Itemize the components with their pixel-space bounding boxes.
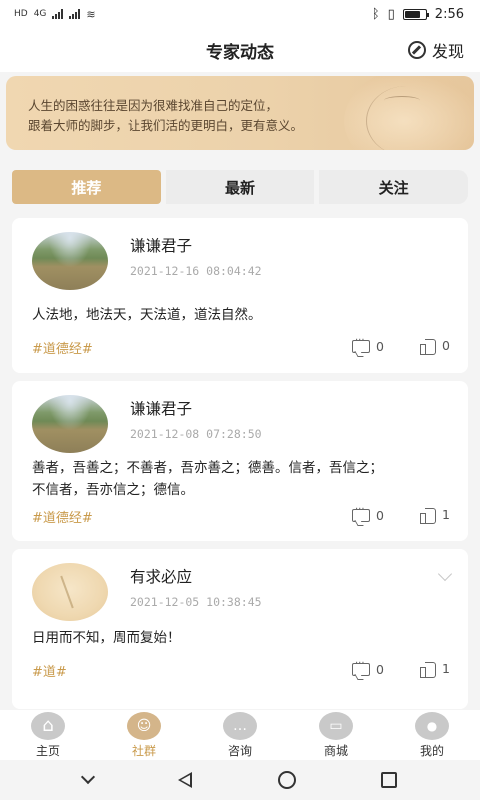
post-time: 2021-12-05 10:38:45 (130, 595, 262, 609)
post-feed: 谦谦君子 2021-12-16 08:04:42 人法地，地法天，天法道，道法自… (12, 218, 468, 710)
bottom-tab-bar: 主页 社群 咨询 商城 我的 (0, 710, 480, 760)
post-card[interactable]: 有求必应 2021-12-05 10:38:45 日用而不知，周而复始！ #道#… (12, 549, 468, 709)
post-content-line: 人法地，地法天，天法道，道法自然。 (32, 307, 262, 323)
system-nav-bar (0, 760, 480, 800)
thumbs-up-icon (420, 338, 436, 355)
comment-count: 0 (376, 662, 384, 677)
post-time: 2021-12-08 07:28:50 (130, 427, 262, 441)
post-content: 人法地，地法天，天法道，道法自然。 (32, 304, 262, 326)
home-circle-icon[interactable] (277, 771, 296, 789)
clock: 2:56 (434, 6, 464, 22)
nav-label: 我的 (419, 744, 444, 758)
shop-icon (319, 712, 353, 740)
nav-label: 社群 (131, 744, 156, 758)
comment-button[interactable]: 0 (352, 504, 384, 523)
like-button[interactable]: 0 (420, 338, 450, 355)
topic-tag[interactable]: #道德经# (32, 338, 93, 357)
post-content-line: 不信者，吾亦信之；德信。 (32, 482, 194, 498)
avatar[interactable] (32, 563, 108, 621)
status-bar: HD 4G ≋ ᛒ ▯ 2:56 (0, 0, 480, 28)
username[interactable]: 谦谦君子 (130, 397, 192, 419)
post-card[interactable]: 谦谦君子 2021-12-16 08:04:42 人法地，地法天，天法道，道法自… (12, 218, 468, 373)
home-icon (31, 712, 65, 740)
battery-fill (404, 10, 420, 18)
like-button[interactable]: 1 (420, 507, 450, 524)
thumbs-up-icon (420, 661, 436, 678)
nav-community[interactable]: 社群 (96, 710, 192, 760)
nav-mall[interactable]: 商城 (288, 710, 384, 760)
community-icon (127, 712, 161, 740)
comment-button[interactable]: 0 (352, 658, 384, 677)
comment-count: 0 (376, 339, 384, 354)
username[interactable]: 谦谦君子 (130, 234, 192, 256)
topic-tag[interactable]: #道# (32, 661, 67, 680)
bluetooth-icon: ᛒ (371, 6, 380, 22)
header: 专家动态 发现 (0, 28, 480, 72)
battery-icon (402, 8, 429, 20)
post-content: 日用而不知，周而复始！ (32, 627, 181, 649)
post-content: 善者，吾善之；不善者，吾亦善之；德善。信者，吾信之； 不信者，吾亦信之；德信。 (32, 457, 383, 501)
tab-latest[interactable]: 最新 (165, 170, 315, 204)
like-count: 0 (442, 338, 450, 353)
banner[interactable]: 人生的困惑往往是因为很难找准自己的定位， 跟着大师的脚步，让我们活的更明白，更有… (6, 76, 474, 150)
discover-label: 发现 (431, 42, 464, 61)
profile-icon (415, 712, 449, 740)
tab-bar: 推荐 最新 关注 (12, 170, 469, 204)
signal-icon-2 (69, 9, 81, 19)
post-time: 2021-12-16 08:04:42 (130, 264, 262, 278)
comment-count: 0 (376, 508, 384, 523)
post-content-line: 善者，吾善之；不善者，吾亦善之；德善。信者，吾信之； (32, 460, 383, 476)
network-label: 4G (33, 9, 47, 19)
vibrate-icon: ▯ (387, 6, 395, 22)
discover-button[interactable]: 发现 (407, 38, 464, 62)
nav-label: 商城 (323, 744, 348, 758)
wifi-icon: ≋ (86, 7, 96, 21)
signal-icon (52, 9, 64, 19)
status-right: ᛒ ▯ 2:56 (372, 7, 464, 22)
post-content-line: 日用而不知，周而复始！ (32, 630, 181, 646)
nav-consult[interactable]: 咨询 (192, 710, 288, 760)
comment-icon (352, 504, 370, 522)
avatar[interactable] (32, 395, 108, 453)
buddha-face-image (344, 76, 474, 150)
hide-keyboard-icon[interactable] (80, 769, 95, 785)
nav-label: 咨询 (227, 744, 252, 758)
comment-button[interactable]: 0 (352, 335, 384, 354)
tab-follow[interactable]: 关注 (319, 170, 469, 204)
back-icon[interactable] (178, 772, 193, 788)
username[interactable]: 有求必应 (130, 565, 192, 587)
chat-icon (223, 712, 257, 740)
avatar[interactable] (32, 232, 108, 290)
status-left: HD 4G ≋ (14, 8, 96, 21)
compass-icon (407, 41, 426, 59)
topic-tag[interactable]: #道德经# (32, 507, 93, 526)
hd-label: HD (14, 9, 28, 19)
banner-line-1: 人生的困惑往往是因为很难找准自己的定位， (28, 98, 279, 113)
comment-icon (352, 658, 370, 676)
like-count: 1 (442, 507, 450, 522)
thumbs-up-icon (420, 507, 436, 524)
like-count: 1 (442, 661, 450, 676)
tab-recommend[interactable]: 推荐 (12, 170, 161, 204)
like-button[interactable]: 1 (420, 661, 450, 678)
chevron-down-icon[interactable] (437, 566, 453, 582)
banner-text: 人生的困惑往往是因为很难找准自己的定位， 跟着大师的脚步，让我们活的更明白，更有… (28, 96, 303, 136)
post-card[interactable]: 谦谦君子 2021-12-08 07:28:50 善者，吾善之；不善者，吾亦善之… (12, 381, 468, 541)
nav-home[interactable]: 主页 (0, 710, 96, 760)
nav-mine[interactable]: 我的 (384, 710, 480, 760)
banner-line-2: 跟着大师的脚步，让我们活的更明白，更有意义。 (28, 118, 304, 133)
comment-icon (352, 335, 370, 353)
page-title: 专家动态 (206, 42, 274, 63)
nav-label: 主页 (35, 744, 60, 758)
recent-apps-icon[interactable] (381, 772, 398, 788)
